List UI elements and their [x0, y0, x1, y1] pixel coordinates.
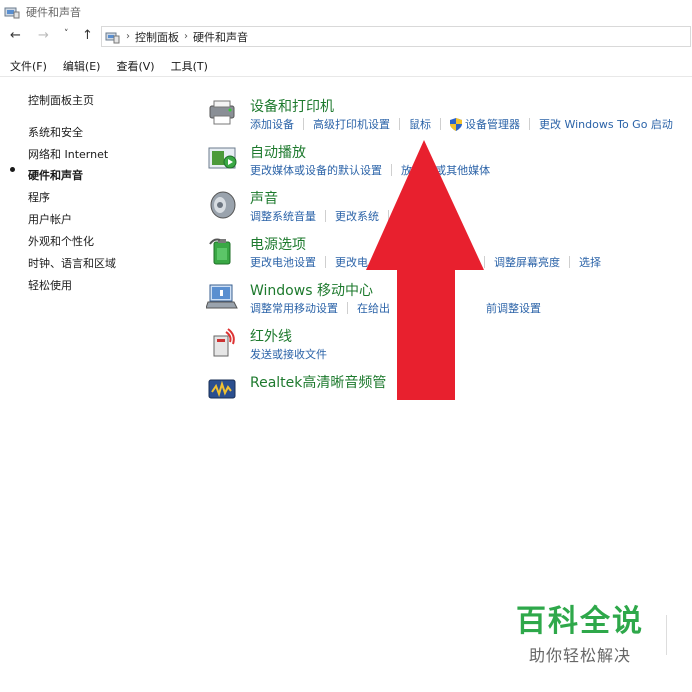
category-links: 更改媒体或设备的默认设置 放 CD 或其他媒体 [250, 162, 490, 178]
watermark: 百科全说 助你轻松解决 [510, 596, 650, 666]
category-links: 发送或接收文件 [250, 346, 327, 362]
active-bullet-icon [10, 167, 15, 172]
link-common-mobility-settings[interactable]: 调整常用移动设置 [250, 300, 338, 316]
uac-shield-icon [450, 117, 462, 131]
category-title-autoplay[interactable]: 自动播放 [250, 142, 306, 162]
sidebar-item-hardware-sound[interactable]: 硬件和声音 [28, 167, 83, 183]
red-arrow-annotation-icon [366, 140, 484, 400]
infrared-icon [213, 328, 235, 357]
history-dropdown-icon[interactable]: ˅ [64, 29, 69, 39]
link-add-device[interactable]: 添加设备 [250, 116, 294, 132]
sidebar-item-programs[interactable]: 程序 [28, 189, 50, 205]
link-divider [391, 164, 392, 176]
link-divider [484, 256, 485, 268]
link-divider [399, 118, 400, 130]
sidebar-item-appearance[interactable]: 外观和个性化 [28, 233, 94, 249]
window-title: 硬件和声音 [26, 6, 81, 19]
category-title-infrared[interactable]: 红外线 [250, 326, 292, 346]
link-change-battery-settings[interactable]: 更改电池设置 [250, 254, 316, 270]
sidebar-item-ease-of-access[interactable]: 轻松使用 [28, 277, 72, 293]
category-title-sound[interactable]: 声音 [250, 188, 278, 208]
realtek-audio-icon [208, 379, 236, 399]
sidebar-item-network-internet[interactable]: 网络和 Internet [28, 146, 108, 162]
breadcrumb-hardware-sound[interactable]: 硬件和声音 [193, 29, 248, 45]
speaker-icon [210, 191, 236, 219]
menu-file[interactable]: 文件(F) [10, 58, 47, 74]
link-adjust-volume[interactable]: 调整系统音量 [250, 208, 316, 224]
control-panel-icon [105, 32, 120, 43]
menu-tools[interactable]: 工具(T) [171, 58, 208, 74]
category-title-mobility-center[interactable]: Windows 移动中心 [250, 280, 373, 300]
link-change-system-sounds[interactable]: 更改系统 [335, 208, 379, 224]
sidebar-item-system-security[interactable]: 系统和安全 [28, 124, 83, 140]
category-title-devices-printers[interactable]: 设备和打印机 [250, 96, 334, 116]
link-change-power-plan[interactable]: 更改电 [335, 254, 368, 270]
link-divider [347, 302, 348, 314]
link-device-manager[interactable]: 设备管理器 [465, 116, 520, 132]
link-divider [388, 210, 389, 222]
link-sleep-time[interactable]: 设计算机睡眠时间 [387, 254, 475, 270]
menu-bar: 文件(F) 编辑(E) 查看(V) 工具(T) [0, 56, 692, 76]
sidebar-item-user-accounts[interactable]: 用户帐户 [28, 211, 72, 227]
mobility-center-icon [206, 284, 238, 309]
sidebar-item-clock-region[interactable]: 时钟、语言和区域 [28, 255, 116, 271]
breadcrumb-separator-icon: › [184, 31, 188, 42]
breadcrumb-separator-icon: › [126, 31, 130, 42]
link-divider [569, 256, 570, 268]
link-windows-to-go[interactable]: 更改 Windows To Go 启动 [539, 116, 673, 132]
link-divider [325, 210, 326, 222]
back-arrow-icon[interactable]: ← [10, 28, 21, 43]
battery-power-icon [209, 238, 231, 265]
link-divider [440, 118, 441, 130]
forward-arrow-icon[interactable]: → [38, 28, 49, 43]
category-title-realtek-audio[interactable]: Realtek高清晰音频管 [250, 372, 386, 392]
category-links: 调整常用移动设置 在给出 前调整设置 [250, 300, 541, 316]
link-play-cd[interactable]: 放 CD 或其他媒体 [401, 162, 490, 178]
link-mouse[interactable]: 鼠标 [409, 116, 431, 132]
category-title-power-options[interactable]: 电源选项 [250, 234, 306, 254]
sidebar-home-link[interactable]: 控制面板主页 [28, 92, 94, 108]
title-bar: 硬件和声音 [0, 0, 692, 24]
navigation-bar: ← → ˅ ↑ › 控制面板 › 硬件和声音 [0, 26, 692, 48]
link-send-receive-files[interactable]: 发送或接收文件 [250, 346, 327, 362]
control-panel-icon [4, 7, 20, 19]
link-advanced-printer-settings[interactable]: 高级打印机设置 [313, 116, 390, 132]
menu-view[interactable]: 查看(V) [116, 58, 154, 74]
link-divider [377, 256, 378, 268]
autoplay-icon [208, 147, 237, 169]
link-change-default-settings[interactable]: 更改媒体或设备的默认设置 [250, 162, 382, 178]
link-divider [303, 118, 304, 130]
menu-divider [0, 76, 692, 77]
breadcrumb-control-panel[interactable]: 控制面板 [135, 29, 179, 45]
link-presentation-give[interactable]: 在给出 [357, 300, 390, 316]
link-choose[interactable]: 选择 [579, 254, 601, 270]
link-screen-brightness[interactable]: 调整屏幕亮度 [494, 254, 560, 270]
category-links: 调整系统音量 更改系统 频设备 [250, 208, 431, 224]
address-bar[interactable]: › 控制面板 › 硬件和声音 [101, 26, 691, 47]
up-arrow-icon[interactable]: ↑ [82, 28, 93, 43]
category-links: 添加设备 高级打印机设置 鼠标 设备管理器 更改 Windows To Go 启… [250, 116, 673, 132]
link-audio-devices[interactable]: 频设备 [398, 208, 431, 224]
category-links: 更改电池设置 更改电 设计算机睡眠时间 调整屏幕亮度 选择 [250, 254, 601, 270]
link-presentation-adjust[interactable]: 前调整设置 [486, 300, 541, 316]
watermark-title: 百科全说 [516, 604, 644, 639]
link-divider [325, 256, 326, 268]
watermark-subtitle: 助你轻松解决 [528, 646, 631, 665]
menu-edit[interactable]: 编辑(E) [63, 58, 101, 74]
link-divider [529, 118, 530, 130]
divider-line [666, 615, 667, 655]
printer-icon [209, 100, 235, 125]
